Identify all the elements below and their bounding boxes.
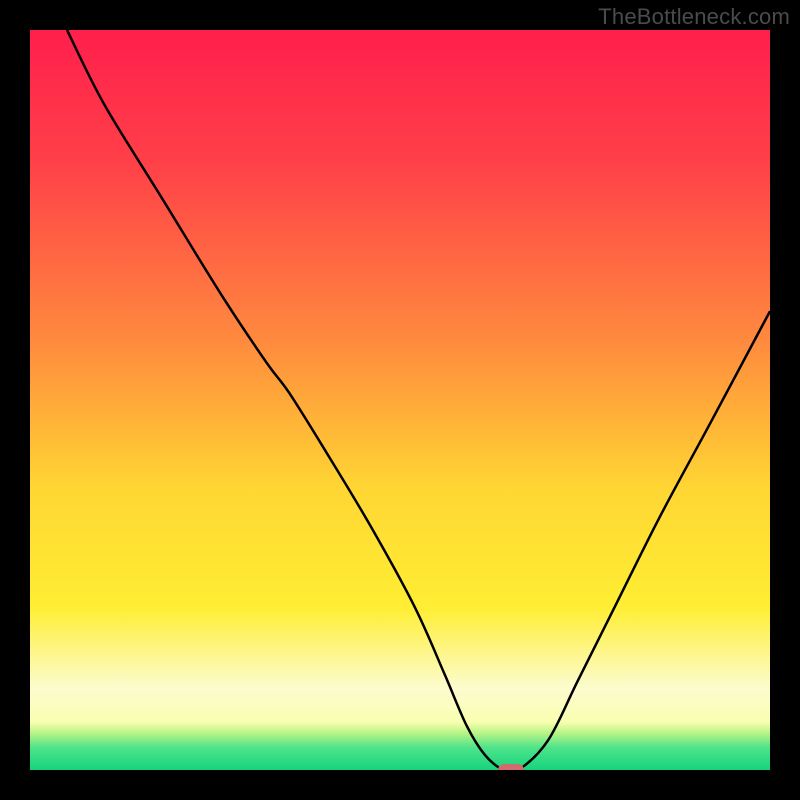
chart-container: TheBottleneck.com bbox=[0, 0, 800, 800]
plot-area bbox=[30, 30, 770, 770]
bottleneck-curve bbox=[30, 30, 770, 770]
curve-path bbox=[67, 30, 770, 770]
watermark: TheBottleneck.com bbox=[598, 4, 790, 30]
optimal-point-marker bbox=[498, 764, 524, 770]
